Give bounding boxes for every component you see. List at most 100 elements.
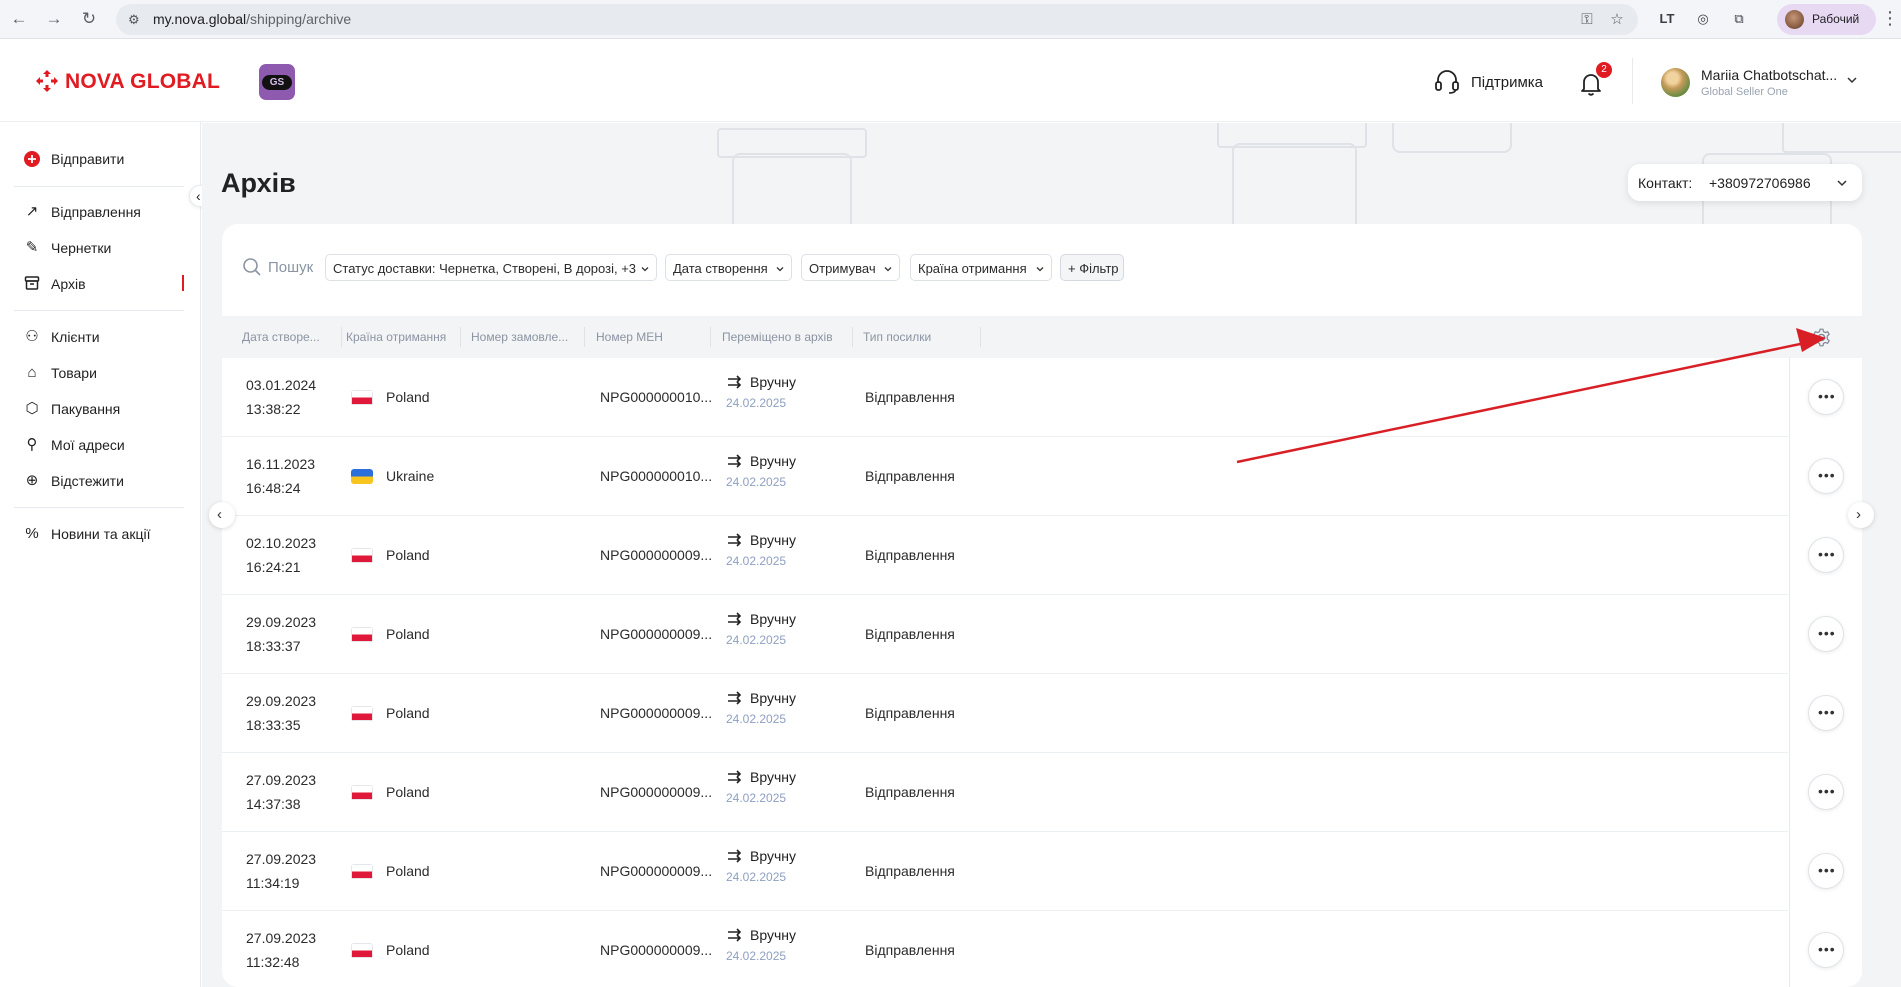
browser-menu-icon[interactable]: ⋮ (1881, 8, 1899, 29)
row-more-button[interactable]: ••• (1808, 379, 1844, 415)
add-filter-button[interactable]: + Фільтр (1060, 254, 1124, 281)
sidebar-item-packaging[interactable]: ⬡ Пакування (23, 398, 203, 422)
reload-icon[interactable]: ↻ (78, 8, 100, 30)
column-resize-handle[interactable] (852, 327, 853, 347)
scroll-right-button[interactable]: › (1848, 502, 1874, 528)
men-number[interactable]: NPG000000010... (600, 468, 712, 484)
filter-created-date[interactable]: Дата створення (665, 254, 792, 281)
sidebar-item-clients[interactable]: ⚇ Клієнти (23, 326, 203, 350)
address-bar[interactable]: ⚙ my.nova.global/shipping/archive ⚿ ☆ (116, 4, 1638, 35)
table-row[interactable]: 27.09.2023 11:32:48 Poland NPG000000009... В… (222, 911, 1788, 987)
more-horizontal-icon: ••• (1818, 862, 1836, 878)
url-path: /shipping/archive (246, 11, 352, 27)
men-number[interactable]: NPG000000009... (600, 626, 712, 642)
scroll-left-button[interactable]: ‹ (209, 502, 235, 528)
created-datetime: 27.09.2023 11:34:19 (246, 847, 316, 895)
column-header-men-number[interactable]: Номер МЕН (596, 330, 663, 344)
sidebar-item-news[interactable]: % Новини та акції (23, 523, 203, 547)
password-key-icon[interactable]: ⚿ (1577, 10, 1597, 30)
send-button[interactable]: Відправити (23, 148, 203, 172)
men-number[interactable]: NPG000000009... (600, 784, 712, 800)
column-header-archived[interactable]: Переміщено в архів (722, 330, 833, 344)
column-header-country[interactable]: Країна отримання (346, 330, 446, 344)
gs-app-badge[interactable]: GS (259, 64, 295, 100)
sidebar-item-label: Відстежити (51, 473, 124, 489)
created-date: 29.09.2023 (246, 693, 317, 709)
filter-delivery-status[interactable]: Статус доставки: Чернетка, Створені, В д… (325, 254, 657, 281)
row-more-button[interactable]: ••• (1808, 774, 1844, 810)
lt-extension-icon[interactable]: LT (1656, 8, 1678, 30)
filter-destination-country[interactable]: Країна отримання (910, 254, 1052, 281)
table-row[interactable]: 27.09.2023 14:37:38 Poland NPG000000009... В… (222, 753, 1788, 832)
column-header-created[interactable]: Дата створе... (242, 330, 320, 344)
back-icon[interactable]: ← (8, 8, 30, 30)
filter-label: Статус доставки: Чернетка, Створені, В д… (333, 261, 637, 276)
men-number[interactable]: NPG000000009... (600, 942, 712, 958)
manual-move-icon (728, 849, 742, 863)
support-label: Підтримка (1471, 74, 1544, 91)
search-icon (243, 258, 261, 276)
send-label: Відправити (51, 151, 125, 167)
url-text[interactable]: my.nova.global/shipping/archive (153, 11, 351, 27)
camera-extension-icon[interactable]: ◎ (1692, 8, 1714, 30)
archive-card: Пошук Статус доставки: Чернетка, Створен… (222, 224, 1862, 987)
table-row[interactable]: 29.09.2023 18:33:37 Poland NPG000000009... В… (222, 595, 1788, 674)
archive-method: Вручну (750, 374, 796, 390)
edit-icon: ✎ (25, 239, 39, 256)
column-resize-handle[interactable] (710, 327, 711, 347)
sidebar-item-label: Пакування (51, 401, 121, 417)
archive-date: 24.02.2025 (726, 554, 787, 568)
table-row[interactable]: 02.10.2023 16:24:21 Poland NPG000000009... В… (222, 516, 1788, 595)
row-more-button[interactable]: ••• (1808, 695, 1844, 731)
forward-icon[interactable]: → (43, 8, 65, 30)
row-more-button[interactable]: ••• (1808, 458, 1844, 494)
user-name[interactable]: Mariia Chatbotschat... (1701, 67, 1837, 83)
men-number[interactable]: NPG000000009... (600, 705, 712, 721)
destination-country: Poland (386, 389, 430, 405)
sidebar-item-tracking[interactable]: ⊕ Відстежити (23, 470, 203, 494)
brand-name: NOVA GLOBAL (65, 70, 221, 93)
table-row[interactable]: 29.09.2023 18:33:35 Poland NPG000000009... В… (222, 674, 1788, 753)
men-number[interactable]: NPG000000009... (600, 547, 712, 563)
row-more-button[interactable]: ••• (1808, 853, 1844, 889)
bookmark-star-icon[interactable]: ☆ (1607, 10, 1627, 30)
table-row[interactable]: 03.01.2024 13:38:22 Poland NPG000000010... В… (222, 358, 1788, 437)
user-menu-chevron-icon[interactable] (1846, 74, 1858, 86)
browser-profile-button[interactable]: Рабочий (1777, 4, 1876, 35)
ukraine-flag-icon (351, 469, 373, 484)
column-header-order-number[interactable]: Номер замовле... (471, 330, 568, 344)
column-resize-handle[interactable] (584, 327, 585, 347)
site-settings-icon[interactable]: ⚙ (128, 11, 145, 28)
men-number[interactable]: NPG000000009... (600, 863, 712, 879)
column-resize-handle[interactable] (980, 327, 981, 347)
sidebar-item-shipments[interactable]: ↗ Відправлення (23, 201, 203, 225)
sidebar-item-archive[interactable]: Архів (23, 273, 203, 297)
sidebar-item-drafts[interactable]: ✎ Чернетки (23, 237, 203, 261)
sidebar-item-addresses[interactable]: ⚲ Мої адреси (23, 434, 203, 458)
table-row[interactable]: 27.09.2023 11:34:19 Poland NPG000000009... В… (222, 832, 1788, 911)
created-datetime: 27.09.2023 14:37:38 (246, 768, 316, 816)
row-more-button[interactable]: ••• (1808, 537, 1844, 573)
user-avatar[interactable] (1661, 68, 1690, 97)
chevron-down-icon (776, 267, 784, 272)
more-horizontal-icon: ••• (1818, 783, 1836, 799)
row-more-button[interactable]: ••• (1808, 932, 1844, 968)
sidebar-item-label: Відправлення (51, 204, 141, 220)
created-date: 27.09.2023 (246, 851, 317, 867)
tag-icon: ⌂ (27, 364, 37, 381)
created-time: 18:33:35 (246, 717, 301, 733)
row-more-button[interactable]: ••• (1808, 616, 1844, 652)
column-resize-handle[interactable] (341, 327, 342, 347)
extensions-puzzle-icon[interactable]: ⧉ (1728, 8, 1750, 30)
row-actions-column (1789, 358, 1862, 987)
column-header-parcel-type[interactable]: Тип посилки (863, 330, 931, 344)
men-number[interactable]: NPG000000010... (600, 389, 712, 405)
filter-recipient[interactable]: Отримувач (801, 254, 900, 281)
sidebar-item-products[interactable]: ⌂ Товари (23, 362, 203, 386)
created-datetime: 29.09.2023 18:33:35 (246, 689, 316, 737)
table-row[interactable]: 16.11.2023 16:48:24 Ukraine NPG000000010...… (222, 437, 1788, 516)
contact-selector[interactable]: Контакт: +380972706986 (1628, 164, 1862, 201)
column-resize-handle[interactable] (460, 327, 461, 347)
poland-flag-icon (351, 548, 373, 563)
table-settings-gear-icon[interactable] (1811, 327, 1832, 348)
